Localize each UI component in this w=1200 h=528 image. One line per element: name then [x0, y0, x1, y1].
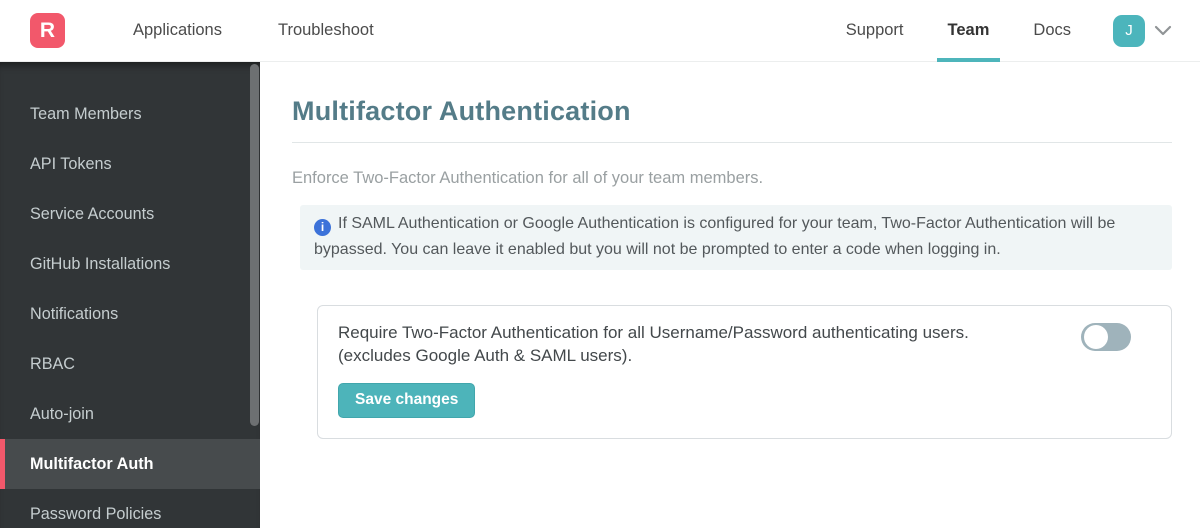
twofa-setting-card: Require Two-Factor Authentication for al…	[317, 305, 1172, 439]
sidebar-item-api-tokens[interactable]: API Tokens	[0, 139, 260, 189]
page-title: Multifactor Authentication	[292, 96, 631, 126]
nav-docs[interactable]: Docs	[1011, 0, 1093, 61]
nav-team[interactable]: Team	[926, 0, 1012, 62]
info-callout-text: If SAML Authentication or Google Authent…	[314, 215, 1116, 258]
title-divider	[292, 142, 1172, 143]
twofa-setting-label: Require Two-Factor Authentication for al…	[338, 321, 969, 367]
sidebar-item-service-accounts[interactable]: Service Accounts	[0, 189, 260, 239]
save-changes-button[interactable]: Save changes	[338, 383, 476, 418]
sidebar-item-multifactor-auth[interactable]: Multifactor Auth	[0, 439, 260, 489]
app-body: Team Members API Tokens Service Accounts…	[0, 62, 1200, 528]
nav-support[interactable]: Support	[824, 0, 926, 61]
twofa-toggle-knob	[1084, 325, 1108, 349]
sidebar-item-auto-join[interactable]: Auto-join	[0, 389, 260, 439]
sidebar-list: Team Members API Tokens Service Accounts…	[0, 62, 260, 528]
user-avatar[interactable]: J	[1113, 14, 1145, 47]
settings-sidebar: Team Members API Tokens Service Accounts…	[0, 62, 260, 528]
nav-left-group: Applications Troubleshoot	[105, 0, 402, 61]
sidebar-item-github-installations[interactable]: GitHub Installations	[0, 239, 260, 289]
active-tab-underline	[936, 58, 1001, 62]
sidebar-item-rbac[interactable]: RBAC	[0, 339, 260, 389]
sidebar-scrollbar-thumb[interactable]	[250, 64, 259, 426]
info-icon: i	[314, 218, 331, 236]
avatar-initial: J	[1125, 22, 1133, 39]
rollbar-logo[interactable]: R	[30, 13, 65, 48]
twofa-setting-label-line1: Require Two-Factor Authentication for al…	[338, 323, 969, 342]
twofa-setting-label-line2: (excludes Google Auth & SAML users).	[338, 346, 633, 365]
sidebar-item-team-members[interactable]: Team Members	[0, 89, 260, 139]
sidebar-item-notifications[interactable]: Notifications	[0, 289, 260, 339]
page-subtitle: Enforce Two-Factor Authentication for al…	[292, 169, 764, 187]
nav-applications[interactable]: Applications	[105, 0, 250, 61]
nav-troubleshoot[interactable]: Troubleshoot	[250, 0, 402, 61]
nav-team-label: Team	[947, 21, 990, 39]
twofa-setting-row: Require Two-Factor Authentication for al…	[338, 321, 1151, 367]
info-callout: i If SAML Authentication or Google Authen…	[300, 205, 1172, 270]
chevron-down-icon[interactable]	[1154, 25, 1172, 36]
main-content: Multifactor Authentication Enforce Two-F…	[260, 62, 1200, 528]
top-navbar: R Applications Troubleshoot Support Team…	[0, 0, 1200, 62]
twofa-toggle[interactable]	[1081, 323, 1131, 351]
nav-right-group: Support Team Docs J	[824, 0, 1172, 62]
logo-letter: R	[39, 18, 56, 42]
sidebar-item-password-policies[interactable]: Password Policies	[0, 489, 260, 528]
